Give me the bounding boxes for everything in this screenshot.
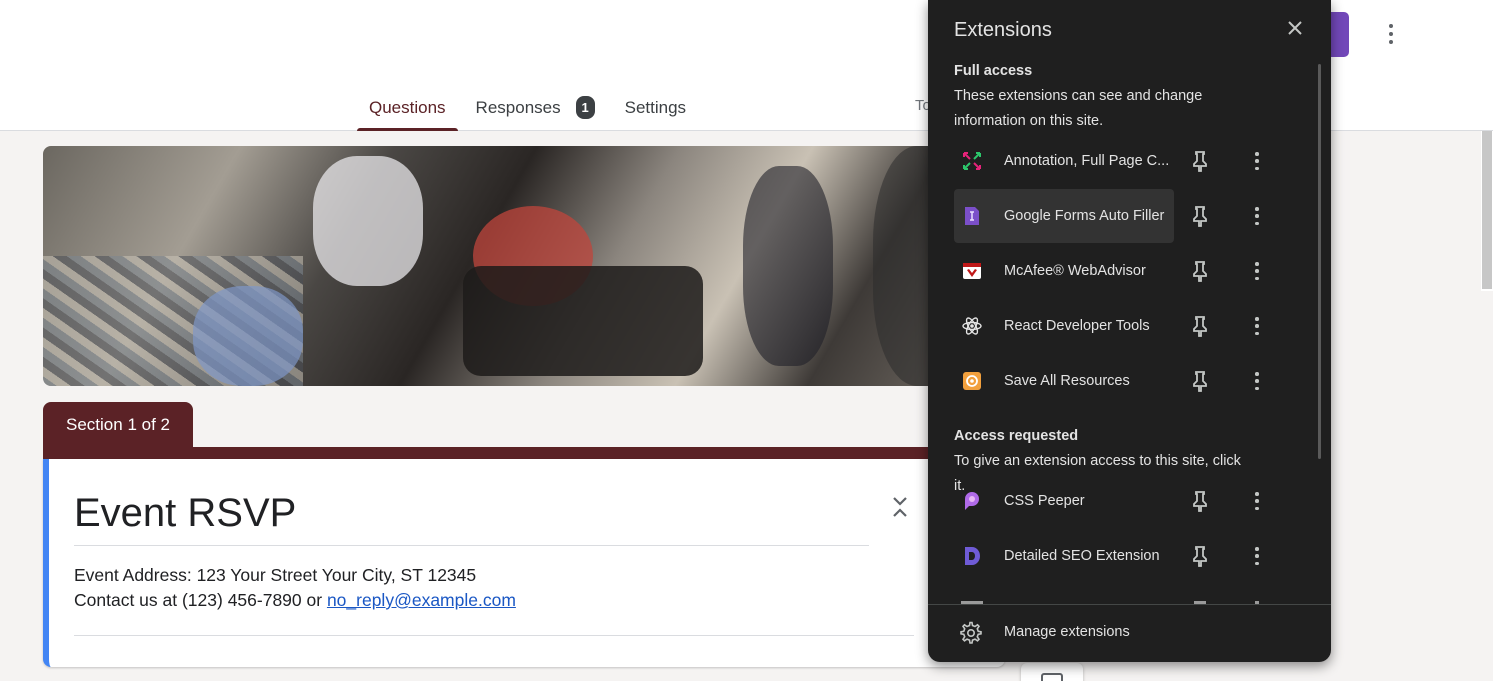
pin-icon[interactable] <box>1190 314 1210 338</box>
extension-name: Annotation, Full Page C... <box>1004 153 1170 169</box>
extension-name: Detailed SEO Extension <box>1004 548 1160 564</box>
tab-label: Questions <box>369 97 446 117</box>
extension-more-icon[interactable] <box>1248 205 1266 227</box>
access-requested-heading: Access requested <box>954 428 1079 444</box>
description-underline <box>74 635 914 636</box>
pin-icon[interactable] <box>1190 369 1210 393</box>
annotation-icon <box>963 152 981 170</box>
title-underline <box>74 545 869 546</box>
mcafee-icon <box>963 263 981 279</box>
extension-more-icon[interactable] <box>1248 315 1266 337</box>
full-access-heading: Full access <box>954 63 1033 79</box>
tab-questions[interactable]: Questions <box>357 84 458 131</box>
extension-item-save-all-resources[interactable]: Save All Resources <box>954 354 1174 408</box>
tab-label: Settings <box>624 97 687 117</box>
extension-item-css-peeper[interactable]: CSS Peeper <box>954 474 1174 528</box>
extension-name: Save All Resources <box>1004 373 1130 389</box>
gear-icon <box>960 621 982 644</box>
manage-extensions-button[interactable]: Manage extensions <box>954 612 1304 652</box>
pin-icon[interactable] <box>1190 489 1210 513</box>
tab-responses[interactable]: Responses 1 <box>464 84 607 131</box>
forms-auto-filler-icon <box>965 207 979 225</box>
pin-icon[interactable] <box>1190 149 1210 173</box>
extensions-scrollbar[interactable] <box>1318 64 1321 459</box>
extension-name: McAfee® WebAdvisor <box>1004 263 1146 279</box>
extension-item-annotation[interactable]: Annotation, Full Page C... <box>954 134 1174 188</box>
contact-line: Contact us at (123) 456-7890 or no_reply… <box>74 588 516 613</box>
collapse-section-icon[interactable] <box>889 495 911 519</box>
detailed-seo-icon <box>965 547 980 565</box>
extension-more-icon[interactable] <box>1248 260 1266 282</box>
extension-more-icon[interactable] <box>1248 370 1266 392</box>
editor-tabs: Questions Responses 1 Settings <box>357 84 704 131</box>
extension-name: React Developer Tools <box>1004 318 1150 334</box>
add-section-icon[interactable] <box>1041 673 1063 681</box>
css-peeper-icon <box>965 492 979 510</box>
save-resources-icon <box>963 372 981 390</box>
extension-more-icon[interactable] <box>1248 150 1266 172</box>
extension-more-icon[interactable] <box>1248 490 1266 512</box>
tab-settings[interactable]: Settings <box>613 84 698 131</box>
extension-item-mcafee[interactable]: McAfee® WebAdvisor <box>954 244 1174 298</box>
extension-item-google-forms-auto-filler[interactable]: Google Forms Auto Filler <box>954 189 1174 243</box>
form-title-card[interactable]: Event RSVP Event Address: 123 Your Stree… <box>43 459 1005 667</box>
responses-count-badge: 1 <box>575 96 595 119</box>
extensions-title: Extensions <box>954 19 1052 41</box>
form-title[interactable]: Event RSVP <box>74 491 296 536</box>
pin-icon[interactable] <box>1190 259 1210 283</box>
extensions-menu: Extensions Full access These extensions … <box>928 0 1331 662</box>
page-scrollbar[interactable] <box>1481 131 1493 291</box>
tab-label: Responses <box>475 97 561 117</box>
extension-item-detailed-seo[interactable]: Detailed SEO Extension <box>954 529 1174 583</box>
pin-icon[interactable] <box>1190 204 1210 228</box>
more-options-icon[interactable] <box>1379 22 1403 46</box>
manage-extensions-label: Manage extensions <box>1004 624 1130 640</box>
section-indicator: Section 1 of 2 <box>43 402 193 448</box>
extension-more-icon[interactable] <box>1248 545 1266 567</box>
extension-name: CSS Peeper <box>1004 493 1085 509</box>
contact-text: Contact us at (123) 456-7890 or <box>74 590 327 610</box>
pin-icon[interactable] <box>1190 544 1210 568</box>
form-description[interactable]: Event Address: 123 Your Street Your City… <box>74 563 516 613</box>
close-icon[interactable] <box>1283 16 1307 40</box>
event-address: Event Address: 123 Your Street Your City… <box>74 565 477 585</box>
react-icon <box>962 317 982 335</box>
extensions-divider <box>928 604 1331 605</box>
section-bar <box>43 447 1005 459</box>
floating-toolbar[interactable] <box>1021 663 1083 681</box>
contact-email-link[interactable]: no_reply@example.com <box>327 590 516 610</box>
extension-item-react-developer-tools[interactable]: React Developer Tools <box>954 299 1174 353</box>
header-banner-image <box>43 146 1005 386</box>
extension-name: Google Forms Auto Filler <box>1004 208 1165 224</box>
full-access-description: These extensions can see and change info… <box>954 88 1203 129</box>
